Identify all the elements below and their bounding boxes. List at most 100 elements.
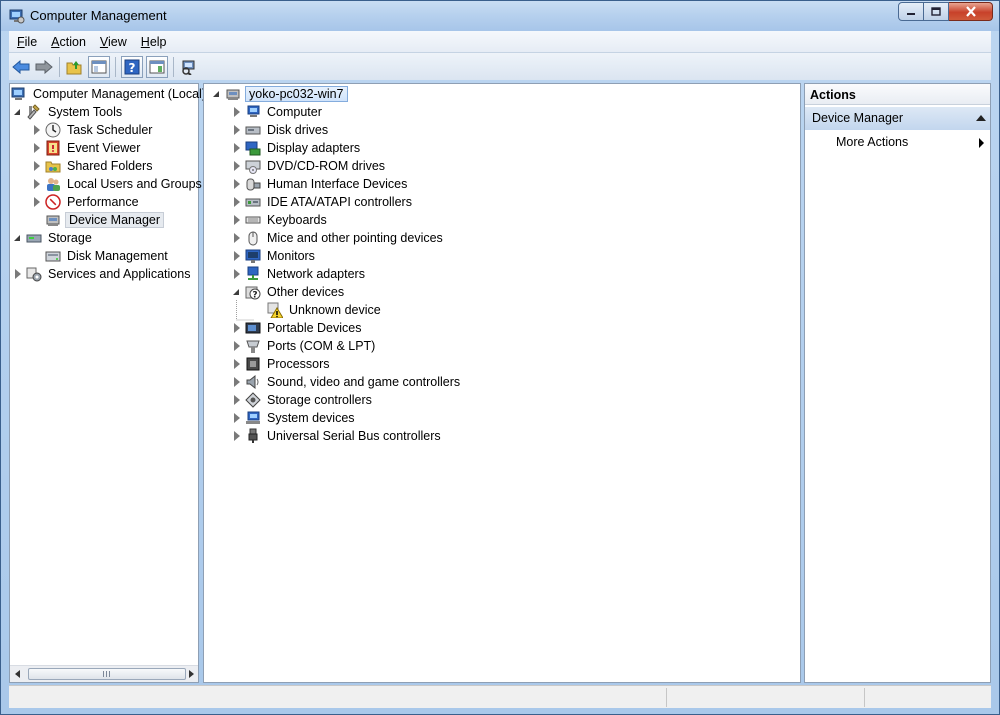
horizontal-scrollbar[interactable] bbox=[10, 665, 198, 682]
event-viewer-icon bbox=[45, 140, 61, 156]
device-category-mice[interactable]: Mice and other pointing devices bbox=[232, 229, 445, 247]
submenu-arrow-icon[interactable] bbox=[979, 138, 984, 148]
device-category-ide[interactable]: IDE ATA/ATAPI controllers bbox=[232, 193, 414, 211]
collapse-up-icon[interactable] bbox=[976, 115, 986, 121]
device-category-ports[interactable]: Ports (COM & LPT) bbox=[232, 337, 377, 355]
more-actions-item[interactable]: More Actions bbox=[836, 135, 908, 149]
title-bar[interactable]: Computer Management bbox=[1, 1, 999, 31]
expand-arrow-icon[interactable] bbox=[232, 287, 242, 297]
tree-label: Storage bbox=[48, 231, 92, 245]
category-label: Disk drives bbox=[267, 123, 329, 137]
other-devices-icon: ? bbox=[245, 284, 261, 301]
menu-help[interactable]: Help bbox=[133, 35, 173, 49]
help-button[interactable]: ? bbox=[121, 55, 143, 78]
tree-label: Event Viewer bbox=[67, 141, 141, 155]
scan-hardware-icon bbox=[182, 60, 195, 75]
collapsed-arrow-icon[interactable] bbox=[232, 341, 242, 351]
collapsed-arrow-icon[interactable] bbox=[232, 197, 242, 207]
device-category-network[interactable]: Network adapters bbox=[232, 265, 367, 283]
console-tree-pane[interactable]: Computer Management (Local) System Tools… bbox=[9, 83, 206, 683]
category-label: Mice and other pointing devices bbox=[267, 231, 443, 245]
collapsed-arrow-icon[interactable] bbox=[232, 143, 242, 153]
tree-item-system-tools[interactable]: System Tools bbox=[13, 103, 124, 121]
device-category-storage-controllers[interactable]: Storage controllers bbox=[232, 391, 374, 409]
device-category-disk-drives[interactable]: Disk drives bbox=[232, 121, 330, 139]
device-category-computer[interactable]: Computer bbox=[232, 103, 324, 121]
collapsed-arrow-icon[interactable] bbox=[232, 413, 242, 423]
device-unknown[interactable]: Unknown device bbox=[264, 301, 383, 319]
collapsed-arrow-icon[interactable] bbox=[232, 359, 242, 369]
device-category-monitors[interactable]: Monitors bbox=[232, 247, 317, 265]
collapsed-arrow-icon[interactable] bbox=[232, 125, 242, 135]
device-category-keyboards[interactable]: Keyboards bbox=[232, 211, 329, 229]
tree-item-shared-folders[interactable]: Shared Folders bbox=[32, 157, 154, 175]
expand-arrow-icon[interactable] bbox=[13, 233, 23, 243]
scroll-left-icon[interactable] bbox=[13, 669, 23, 679]
menu-view-accel: V bbox=[99, 34, 109, 49]
device-tree-pane[interactable]: yoko-pc032-win7 Computer Disk drives Dis… bbox=[203, 83, 801, 683]
scroll-right-icon[interactable] bbox=[186, 669, 196, 679]
up-folder-icon bbox=[66, 60, 82, 74]
root-label-selected: yoko-pc032-win7 bbox=[245, 86, 348, 102]
device-category-dvd[interactable]: DVD/CD-ROM drives bbox=[232, 157, 387, 175]
tree-item-event-viewer[interactable]: Event Viewer bbox=[32, 139, 142, 157]
collapsed-arrow-icon[interactable] bbox=[13, 269, 23, 279]
scrollbar-thumb[interactable] bbox=[28, 668, 186, 680]
collapsed-arrow-icon[interactable] bbox=[32, 143, 42, 153]
tree-item-disk-management[interactable]: Disk Management bbox=[42, 247, 170, 265]
expand-arrow-icon[interactable] bbox=[13, 107, 23, 117]
tree-item-device-manager[interactable]: Device Manager bbox=[42, 211, 165, 229]
up-one-level-button[interactable] bbox=[65, 57, 85, 77]
collapsed-arrow-icon[interactable] bbox=[32, 179, 42, 189]
collapsed-arrow-icon[interactable] bbox=[232, 215, 242, 225]
maximize-button[interactable] bbox=[924, 2, 949, 21]
collapsed-arrow-icon[interactable] bbox=[232, 233, 242, 243]
collapsed-arrow-icon[interactable] bbox=[32, 197, 42, 207]
collapsed-arrow-icon[interactable] bbox=[232, 377, 242, 387]
usb-icon bbox=[245, 428, 261, 444]
collapsed-arrow-icon[interactable] bbox=[232, 395, 242, 405]
device-category-display-adapters[interactable]: Display adapters bbox=[232, 139, 362, 157]
menu-help-accel: H bbox=[140, 34, 150, 49]
device-category-sound[interactable]: Sound, video and game controllers bbox=[232, 373, 462, 391]
device-category-portable[interactable]: Portable Devices bbox=[232, 319, 364, 337]
menu-file[interactable]: File bbox=[9, 35, 43, 49]
scan-hardware-button[interactable] bbox=[179, 57, 199, 77]
device-category-other[interactable]: ? Other devices bbox=[232, 283, 346, 301]
show-hide-console-tree-button[interactable] bbox=[88, 55, 110, 78]
close-button[interactable] bbox=[949, 2, 993, 21]
device-tree-root[interactable]: yoko-pc032-win7 bbox=[212, 85, 348, 103]
tree-item-services[interactable]: Services and Applications bbox=[13, 265, 192, 283]
collapsed-arrow-icon[interactable] bbox=[232, 179, 242, 189]
tree-item-local-users[interactable]: Local Users and Groups bbox=[32, 175, 204, 193]
collapsed-arrow-icon[interactable] bbox=[232, 269, 242, 279]
actions-pane: Actions Device Manager More Actions bbox=[804, 83, 991, 683]
menu-view[interactable]: View bbox=[92, 35, 133, 49]
menu-action[interactable]: Action bbox=[43, 35, 92, 49]
actions-section-device-manager[interactable]: Device Manager bbox=[805, 107, 990, 130]
back-button[interactable] bbox=[11, 57, 31, 77]
tree-item-task-scheduler[interactable]: Task Scheduler bbox=[32, 121, 154, 139]
tree-root[interactable]: Computer Management (Local) bbox=[11, 85, 208, 103]
device-category-hid[interactable]: Human Interface Devices bbox=[232, 175, 409, 193]
minimize-button[interactable] bbox=[898, 2, 924, 21]
tree-item-storage[interactable]: Storage bbox=[13, 229, 94, 247]
collapsed-arrow-icon[interactable] bbox=[32, 161, 42, 171]
tree-item-performance[interactable]: Performance bbox=[32, 193, 141, 211]
collapsed-arrow-icon[interactable] bbox=[232, 251, 242, 261]
menu-action-label: ction bbox=[59, 34, 86, 49]
collapsed-arrow-icon[interactable] bbox=[232, 323, 242, 333]
collapsed-arrow-icon[interactable] bbox=[232, 107, 242, 117]
device-category-system[interactable]: System devices bbox=[232, 409, 357, 427]
device-category-usb[interactable]: Universal Serial Bus controllers bbox=[232, 427, 443, 445]
collapsed-arrow-icon[interactable] bbox=[232, 431, 242, 441]
collapsed-arrow-icon[interactable] bbox=[32, 125, 42, 135]
status-segment bbox=[666, 688, 667, 707]
device-category-processors[interactable]: Processors bbox=[232, 355, 332, 373]
category-label: Storage controllers bbox=[267, 393, 372, 407]
show-hide-action-pane-button[interactable] bbox=[146, 55, 168, 78]
expand-arrow-icon[interactable] bbox=[212, 89, 222, 99]
forward-button[interactable] bbox=[34, 57, 54, 77]
tree-label-selected: Device Manager bbox=[65, 212, 165, 228]
collapsed-arrow-icon[interactable] bbox=[232, 161, 242, 171]
